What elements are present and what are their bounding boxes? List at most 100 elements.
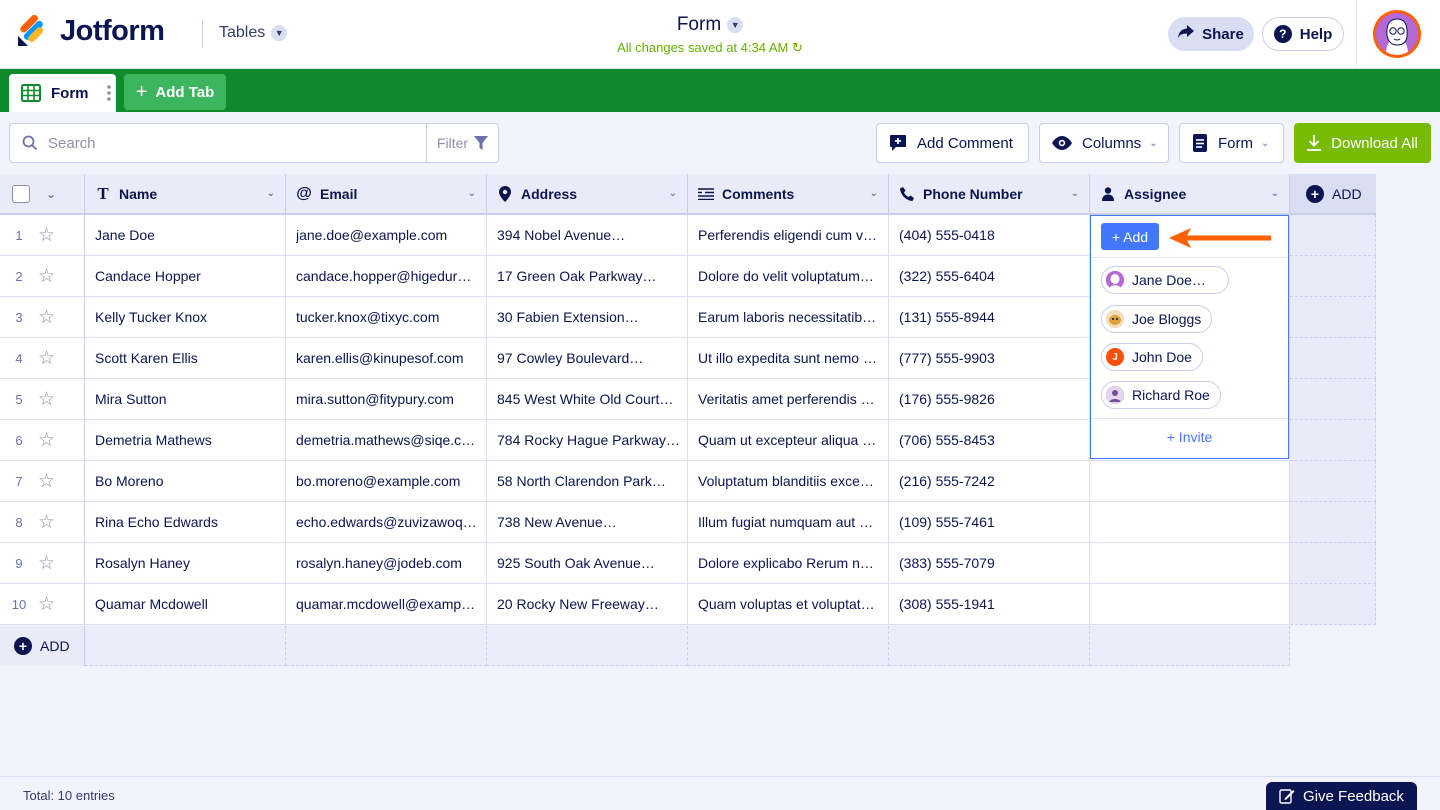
star-icon[interactable]: ☆ bbox=[38, 388, 55, 411]
add-column-button[interactable]: + ADD bbox=[1290, 174, 1376, 215]
chevron-down-icon[interactable]: ⌄ bbox=[468, 188, 476, 199]
column-header-assignee[interactable]: Assignee ⌄ bbox=[1090, 174, 1290, 215]
cell-name[interactable]: Scott Karen Ellis bbox=[85, 338, 286, 379]
give-feedback-button[interactable]: Give Feedback bbox=[1266, 782, 1417, 810]
cell-phone[interactable]: (176) 555-9826 bbox=[889, 379, 1090, 420]
assignee-chip[interactable]: Jane Doe… bbox=[1101, 266, 1229, 294]
cell-comments[interactable]: Quam voluptas et voluptat… bbox=[688, 584, 889, 625]
column-header-phone[interactable]: Phone Number ⌄ bbox=[889, 174, 1090, 215]
cell-name[interactable]: Rosalyn Haney bbox=[85, 543, 286, 584]
star-icon[interactable]: ☆ bbox=[38, 429, 55, 452]
cell-email[interactable]: rosalyn.haney@jodeb.com bbox=[286, 543, 487, 584]
form-title-menu[interactable]: Form ▼ bbox=[677, 14, 744, 36]
column-header-address[interactable]: Address ⌄ bbox=[487, 174, 688, 215]
cell-comments[interactable]: Dolore do velit voluptatum… bbox=[688, 256, 889, 297]
cell-email[interactable]: candace.hopper@higedur… bbox=[286, 256, 487, 297]
cell-assignee[interactable] bbox=[1090, 461, 1290, 502]
cell-address[interactable]: 394 Nobel Avenue… bbox=[487, 215, 688, 256]
star-icon[interactable]: ☆ bbox=[38, 470, 55, 493]
cell-name[interactable]: Quamar Mcdowell bbox=[85, 584, 286, 625]
chevron-down-icon[interactable]: ⌄ bbox=[669, 188, 677, 199]
cell-address[interactable]: 97 Cowley Boulevard… bbox=[487, 338, 688, 379]
cell-address[interactable]: 20 Rocky New Freeway… bbox=[487, 584, 688, 625]
tables-menu[interactable]: Tables ▼ bbox=[219, 24, 288, 42]
cell-address[interactable]: 784 Rocky Hague Parkway… bbox=[487, 420, 688, 461]
star-icon[interactable]: ☆ bbox=[38, 265, 55, 288]
cell-comments[interactable]: Quam ut excepteur aliqua … bbox=[688, 420, 889, 461]
invite-link[interactable]: + Invite bbox=[1091, 429, 1288, 445]
star-icon[interactable]: ☆ bbox=[38, 511, 55, 534]
cell-phone[interactable]: (777) 555-9903 bbox=[889, 338, 1090, 379]
cell-comments[interactable]: Earum laboris necessitatib… bbox=[688, 297, 889, 338]
cell-comments[interactable]: Dolore explicabo Rerum n… bbox=[688, 543, 889, 584]
cell-phone[interactable]: (131) 555-8944 bbox=[889, 297, 1090, 338]
cell-name[interactable]: Mira Sutton bbox=[85, 379, 286, 420]
cell-email[interactable]: demetria.mathews@siqe.c… bbox=[286, 420, 487, 461]
chevron-down-icon[interactable]: ⌄ bbox=[46, 187, 56, 201]
cell-address[interactable]: 845 West White Old Court… bbox=[487, 379, 688, 420]
cell-comments[interactable]: Veritatis amet perferendis … bbox=[688, 379, 889, 420]
cell-email[interactable]: jane.doe@example.com bbox=[286, 215, 487, 256]
cell-phone[interactable]: (383) 555-7079 bbox=[889, 543, 1090, 584]
cell-name[interactable]: Jane Doe bbox=[85, 215, 286, 256]
cell-name[interactable]: Demetria Mathews bbox=[85, 420, 286, 461]
user-avatar[interactable] bbox=[1373, 10, 1421, 58]
cell-phone[interactable]: (404) 555-0418 bbox=[889, 215, 1090, 256]
more-vertical-icon[interactable] bbox=[101, 85, 117, 101]
assignee-chip[interactable]: Joe Bloggs bbox=[1101, 305, 1213, 333]
cell-email[interactable]: mira.sutton@fitypury.com bbox=[286, 379, 487, 420]
chevron-down-icon[interactable]: ⌄ bbox=[870, 188, 878, 199]
assignee-chip[interactable]: J John Doe bbox=[1101, 343, 1203, 371]
cell-address[interactable]: 738 New Avenue… bbox=[487, 502, 688, 543]
star-icon[interactable]: ☆ bbox=[38, 347, 55, 370]
select-all-checkbox[interactable] bbox=[12, 184, 30, 203]
cell-email[interactable]: karen.ellis@kinupesof.com bbox=[286, 338, 487, 379]
chevron-down-icon[interactable]: ⌄ bbox=[267, 188, 275, 199]
columns-button[interactable]: Columns ⌄ bbox=[1039, 123, 1169, 163]
filter-button[interactable]: Filter bbox=[426, 123, 499, 163]
cell-phone[interactable]: (216) 555-7242 bbox=[889, 461, 1090, 502]
help-button[interactable]: ? Help bbox=[1262, 17, 1344, 51]
cell-name[interactable]: Candace Hopper bbox=[85, 256, 286, 297]
cell-assignee[interactable] bbox=[1090, 543, 1290, 584]
cell-phone[interactable]: (706) 555-8453 bbox=[889, 420, 1090, 461]
column-header-name[interactable]: T Name ⌄ bbox=[85, 174, 286, 215]
assignee-chip[interactable]: Richard Roe bbox=[1101, 381, 1221, 409]
search-input[interactable] bbox=[48, 134, 408, 152]
column-header-comments[interactable]: Comments ⌄ bbox=[688, 174, 889, 215]
jotform-logo[interactable]: Jotform bbox=[16, 14, 165, 48]
cell-phone[interactable]: (308) 555-1941 bbox=[889, 584, 1090, 625]
cell-comments[interactable]: Illum fugiat numquam aut … bbox=[688, 502, 889, 543]
cell-email[interactable]: echo.edwards@zuvizawoq… bbox=[286, 502, 487, 543]
chevron-down-icon[interactable]: ⌄ bbox=[1071, 188, 1079, 199]
cell-address[interactable]: 17 Green Oak Parkway… bbox=[487, 256, 688, 297]
cell-email[interactable]: bo.moreno@example.com bbox=[286, 461, 487, 502]
cell-name[interactable]: Kelly Tucker Knox bbox=[85, 297, 286, 338]
cell-assignee[interactable] bbox=[1090, 584, 1290, 625]
star-icon[interactable]: ☆ bbox=[38, 552, 55, 575]
cell-comments[interactable]: Ut illo expedita sunt nemo … bbox=[688, 338, 889, 379]
cell-address[interactable]: 30 Fabien Extension… bbox=[487, 297, 688, 338]
add-assignee-button[interactable]: + Add bbox=[1101, 223, 1159, 250]
cell-assignee[interactable] bbox=[1090, 502, 1290, 543]
share-button[interactable]: Share bbox=[1168, 17, 1254, 51]
download-all-button[interactable]: Download All bbox=[1294, 123, 1431, 163]
cell-email[interactable]: quamar.mcdowell@examp… bbox=[286, 584, 487, 625]
table-row[interactable]: 8 ☆ Rina Echo Edwards echo.edwards@zuvizawo… bbox=[0, 502, 1376, 543]
cell-address[interactable]: 58 North Clarendon Park… bbox=[487, 461, 688, 502]
add-tab-button[interactable]: + Add Tab bbox=[124, 74, 226, 110]
cell-comments[interactable]: Voluptatum blanditiis exce… bbox=[688, 461, 889, 502]
cell-name[interactable]: Bo Moreno bbox=[85, 461, 286, 502]
form-view-button[interactable]: Form ⌄ bbox=[1179, 123, 1284, 163]
column-header-email[interactable]: @ Email ⌄ bbox=[286, 174, 487, 215]
cell-comments[interactable]: Perferendis eligendi cum v… bbox=[688, 215, 889, 256]
tab-form[interactable]: Form bbox=[9, 74, 116, 112]
table-row[interactable]: 9 ☆ Rosalyn Haney rosalyn.haney@jodeb.com 92… bbox=[0, 543, 1376, 584]
table-row[interactable]: 10 ☆ Quamar Mcdowell quamar.mcdowell@examp…… bbox=[0, 584, 1376, 625]
table-row[interactable]: 7 ☆ Bo Moreno bo.moreno@example.com 58 North… bbox=[0, 461, 1376, 502]
cell-email[interactable]: tucker.knox@tixyc.com bbox=[286, 297, 487, 338]
cell-name[interactable]: Rina Echo Edwards bbox=[85, 502, 286, 543]
cell-phone[interactable]: (322) 555-6404 bbox=[889, 256, 1090, 297]
star-icon[interactable]: ☆ bbox=[38, 593, 55, 616]
add-row-button[interactable]: + ADD bbox=[0, 626, 85, 666]
